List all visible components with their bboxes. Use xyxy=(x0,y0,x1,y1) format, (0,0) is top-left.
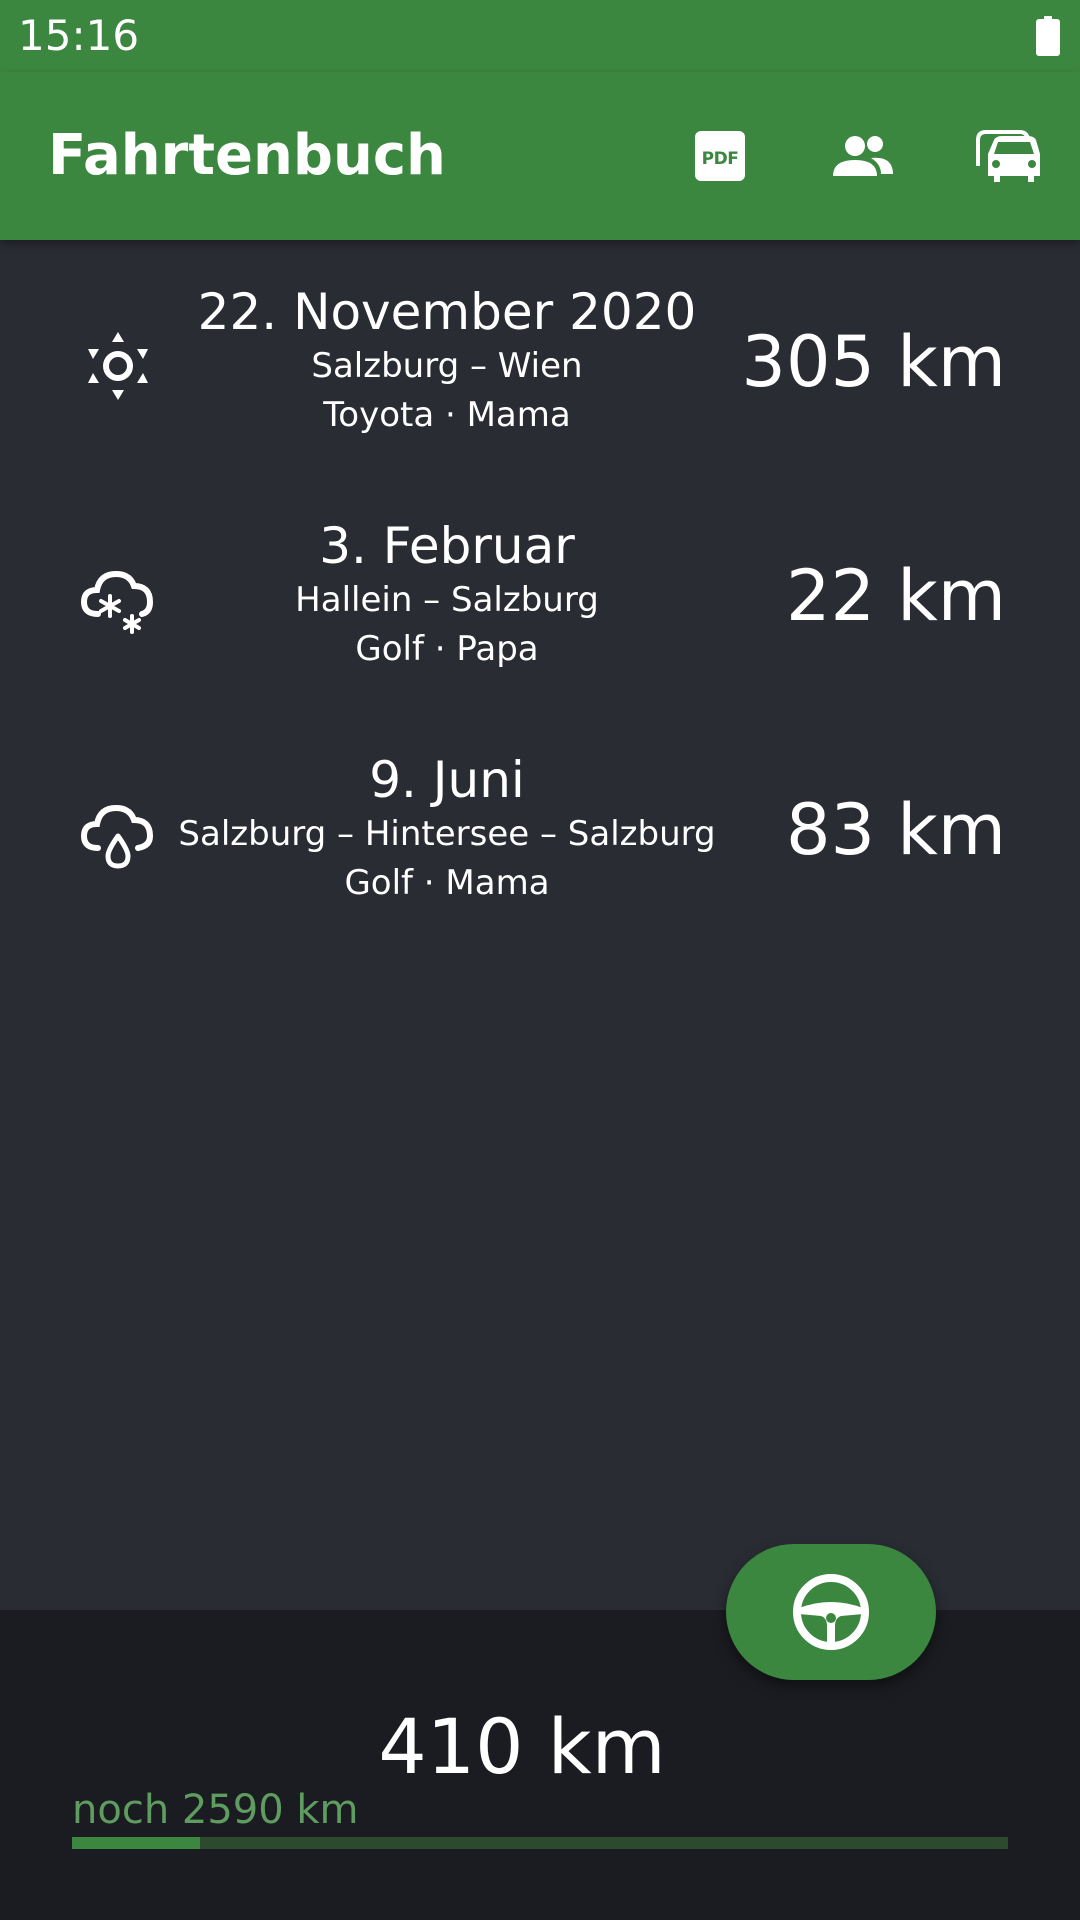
trip-route: Salzburg – Hintersee – Salzburg xyxy=(178,814,716,854)
total-distance: 410 km xyxy=(378,1702,666,1791)
distance-progress-fill xyxy=(72,1837,201,1849)
trip-list-item[interactable]: 3. Februar Hallein – Salzburg Golf · Pap… xyxy=(0,516,1080,716)
trip-car-driver: Golf · Papa xyxy=(355,629,539,669)
battery-full-icon xyxy=(1036,16,1060,56)
svg-text:PDF: PDF xyxy=(702,149,739,169)
trip-distance: 22 km xyxy=(785,555,1006,637)
people-button[interactable] xyxy=(827,120,899,192)
cars-icon xyxy=(976,130,1040,182)
status-bar: 15:16 xyxy=(0,0,1080,72)
cars-button[interactable] xyxy=(970,120,1042,192)
trip-date: 22. November 2020 xyxy=(197,283,697,341)
trip-date: 3. Februar xyxy=(319,517,575,575)
trip-date: 9. Juni xyxy=(369,751,525,809)
rain-cloud-icon xyxy=(80,804,154,869)
steering-wheel-icon xyxy=(793,1574,869,1650)
trip-car-driver: Toyota · Mama xyxy=(323,395,571,435)
trip-route: Salzburg – Wien xyxy=(311,346,583,386)
trip-distance: 83 km xyxy=(785,789,1006,871)
page-title: Fahrtenbuch xyxy=(48,123,446,188)
pdf-icon: PDF xyxy=(695,131,745,181)
distance-progress-bar xyxy=(72,1837,1008,1849)
trip-details: 9. Juni Salzburg – Hintersee – Salzburg … xyxy=(147,750,747,908)
trip-distance: 305 km xyxy=(741,321,1006,403)
remaining-distance: noch 2590 km xyxy=(72,1787,359,1833)
snow-cloud-icon xyxy=(80,570,154,634)
trip-route: Hallein – Salzburg xyxy=(295,580,599,620)
trip-list-item[interactable]: 22. November 2020 Salzburg – Wien Toyota… xyxy=(0,282,1080,482)
trip-car-driver: Golf · Mama xyxy=(344,863,550,903)
start-trip-button[interactable] xyxy=(726,1544,936,1680)
sun-icon xyxy=(88,332,148,400)
trip-details: 3. Februar Hallein – Salzburg Golf · Pap… xyxy=(147,516,747,674)
trip-list-item[interactable]: 9. Juni Salzburg – Hintersee – Salzburg … xyxy=(0,750,1080,950)
export-pdf-button[interactable]: PDF xyxy=(684,120,756,192)
status-time: 15:16 xyxy=(18,11,140,60)
trip-details: 22. November 2020 Salzburg – Wien Toyota… xyxy=(147,282,747,440)
people-icon xyxy=(833,136,893,176)
app-bar: Fahrtenbuch PDF xyxy=(0,72,1080,240)
